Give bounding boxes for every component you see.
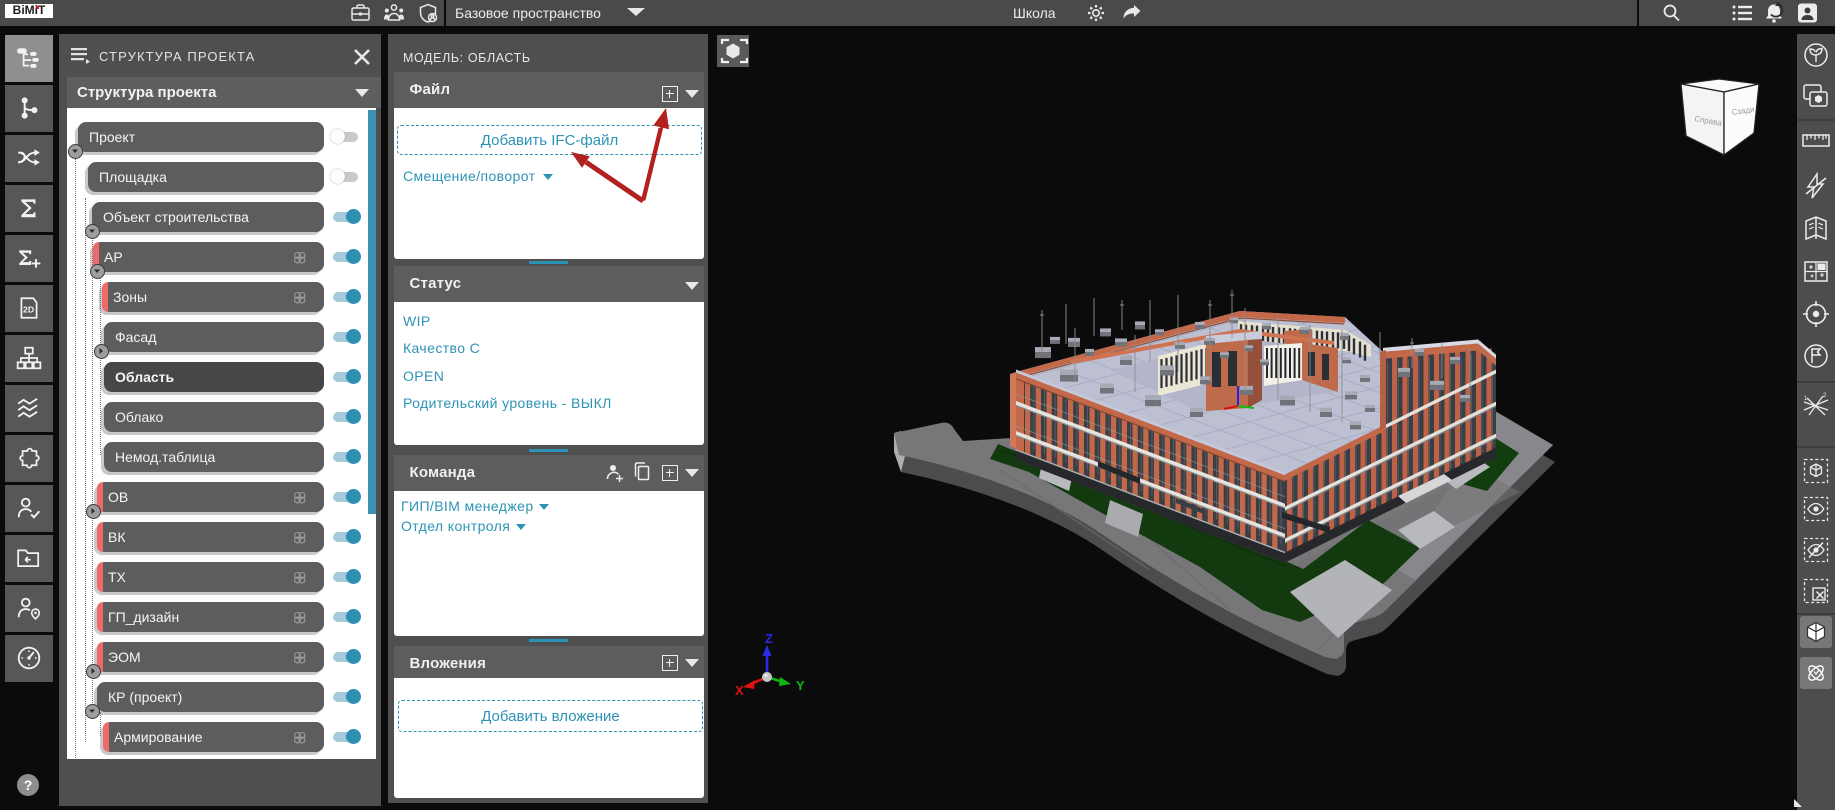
svg-text:2: 2 xyxy=(1823,393,1827,399)
svg-text:X: X xyxy=(735,683,744,698)
svg-text:Y: Y xyxy=(796,678,805,693)
svg-text:Z: Z xyxy=(765,631,773,646)
svg-text:2D: 2D xyxy=(23,304,34,314)
